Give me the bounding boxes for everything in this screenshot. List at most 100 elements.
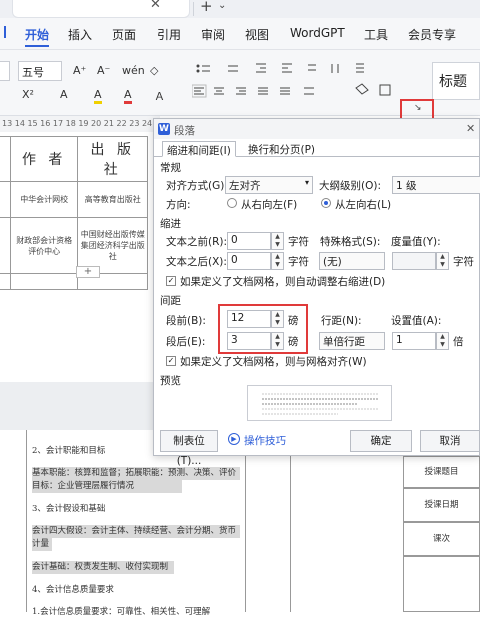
margin-line	[26, 430, 27, 612]
indent-before-label: 文本之前(R):	[166, 236, 228, 248]
set-value-input[interactable]: 1	[392, 332, 436, 350]
tips-link[interactable]: 操作技巧	[244, 433, 286, 448]
section-general: 常规	[160, 162, 181, 174]
grid-align-checkbox[interactable]: ✓	[166, 356, 176, 366]
font-color-icon[interactable]: A	[124, 88, 132, 104]
table-cell: 财政部会计资格评价中心	[9, 217, 79, 274]
indent-before-input[interactable]: 0	[227, 232, 271, 250]
menu-view[interactable]: 视图	[245, 26, 269, 43]
line-spacing-label: 行距(N):	[321, 315, 362, 327]
ruler: 13 14 15 16 17 18 19 20 21 22 23 24	[0, 116, 160, 132]
superscript-icon[interactable]: X²	[22, 88, 34, 101]
play-icon[interactable]: ▶	[228, 433, 240, 445]
right-table-cell: 课次	[403, 522, 480, 556]
preview-lines	[262, 393, 378, 415]
tab-indent-spacing[interactable]: 缩进和间距(I)	[162, 141, 236, 157]
phonetic-guide-icon[interactable]: wén	[122, 64, 145, 77]
new-tab-icon[interactable]: +	[200, 0, 213, 15]
special-format-label: 特殊格式(S):	[320, 236, 381, 248]
paragraph-icons	[191, 63, 391, 98]
paragraph-dialog: W 段落 ✕ 缩进和间距(I) 换行和分页(P) 常规 对齐方式(G): 左对齐…	[153, 118, 480, 467]
menu-wordgpt[interactable]: WordGPT	[290, 26, 345, 40]
tab-dropdown-icon[interactable]: ⌄	[218, 0, 226, 11]
table-cell	[0, 273, 11, 290]
menu-tools[interactable]: 工具	[364, 26, 388, 43]
justify-icon	[258, 87, 268, 95]
indent-before-spinner[interactable]: ▲ ▼	[271, 232, 284, 250]
table-header-author: 作 者	[9, 136, 79, 182]
indent-after-unit[interactable]: 字符	[288, 254, 309, 269]
document-tab[interactable]	[12, 0, 190, 18]
clear-format-icon[interactable]: ◇	[150, 64, 158, 77]
add-row-button[interactable]: +	[76, 266, 100, 278]
doc-line: 计量	[32, 538, 52, 551]
outline-level-value: 1 级	[396, 180, 417, 192]
indent-after-input[interactable]: 0	[227, 252, 271, 270]
menu-left-edge	[4, 26, 12, 38]
indent-after-spinner[interactable]: ▲ ▼	[271, 252, 284, 270]
tabs-button[interactable]: 制表位(T)...	[160, 430, 218, 467]
right-table-cell	[403, 556, 480, 612]
dialog-close-icon[interactable]: ✕	[466, 122, 475, 135]
doc-line: 基本职能：核算和监督；拓展职能：预测、决策、评价	[32, 467, 240, 480]
space-before-label: 段前(B):	[166, 315, 206, 327]
menu-insert[interactable]: 插入	[68, 26, 92, 43]
font-size-combo[interactable]: 五号	[18, 61, 62, 81]
measure-input[interactable]	[392, 252, 436, 270]
menu-reference[interactable]: 引用	[157, 26, 181, 43]
spacing-highlight-box	[218, 304, 308, 354]
menu-review[interactable]: 审阅	[201, 26, 225, 43]
border-icon	[379, 84, 391, 96]
align-left-icon	[191, 84, 207, 98]
increase-indent-icon	[282, 63, 292, 73]
doc-line: 4、会计信息质量要求	[32, 585, 114, 595]
line-spacing-select[interactable]: 单倍行距	[319, 332, 385, 350]
alignment-select[interactable]: 左对齐 ▾	[225, 176, 313, 194]
section-spacing: 间距	[160, 295, 181, 307]
close-tab-icon[interactable]: ✕	[150, 0, 161, 12]
font-name-combo[interactable]	[0, 61, 10, 81]
cancel-button[interactable]: 取消	[420, 430, 480, 452]
text-effect-icon[interactable]: A	[60, 88, 68, 101]
measure-unit[interactable]: 字符	[453, 254, 474, 269]
radio-rtl[interactable]	[227, 198, 237, 208]
menu-member[interactable]: 会员专享	[408, 26, 456, 43]
align-center-icon	[214, 87, 224, 95]
menu-start[interactable]: 开始	[25, 26, 49, 43]
measure-label: 度量值(Y):	[391, 236, 441, 248]
grid-indent-checkbox[interactable]: ✓	[166, 276, 176, 286]
outline-level-select[interactable]: 1 级	[392, 176, 480, 194]
special-format-select[interactable]: (无)	[319, 252, 385, 270]
table-cell: 中华会计网校	[9, 181, 79, 218]
dialog-title: 段落	[174, 125, 195, 137]
margin-line	[245, 430, 246, 612]
measure-spinner[interactable]: ▲ ▼	[436, 252, 449, 270]
char-border-icon[interactable]: Ａ	[154, 88, 165, 104]
direction-label: 方向:	[166, 199, 191, 211]
space-after-label: 段后(E):	[166, 336, 206, 348]
alignment-value: 左对齐	[229, 180, 261, 192]
doc-line: 目标：企业管理层履行情况	[32, 480, 182, 493]
paragraph-preview	[247, 385, 392, 421]
style-normal[interactable]: 标题	[432, 62, 480, 100]
ok-button[interactable]: 确定	[350, 430, 412, 452]
chevron-down-icon: ▾	[304, 178, 309, 187]
special-format-value: (无)	[323, 256, 342, 268]
tab-line-page-break[interactable]: 换行和分页(P)	[244, 141, 319, 157]
right-table-cell: 授课题目	[403, 456, 480, 488]
radio-ltr[interactable]	[321, 198, 331, 208]
grow-font-icon[interactable]: A⁺	[73, 64, 86, 77]
menu-page[interactable]: 页面	[112, 26, 136, 43]
set-value-spinner[interactable]: ▲ ▼	[436, 332, 449, 350]
bullet-list-icon	[196, 64, 210, 73]
indent-before-unit[interactable]: 字符	[288, 234, 309, 249]
line-spacing-icon	[304, 87, 314, 95]
paragraph-launcher-icon[interactable]: ↘	[414, 103, 422, 113]
outline-level-label: 大纲级别(O):	[319, 180, 381, 192]
menu-active-underline	[25, 45, 49, 47]
table-header-publisher: 出 版 社	[77, 136, 148, 182]
shrink-font-icon[interactable]: A⁻	[97, 64, 110, 77]
table-cell	[0, 217, 11, 274]
doc-line: 2、会计职能和目标	[32, 446, 106, 456]
highlight-icon[interactable]: A	[94, 88, 102, 104]
